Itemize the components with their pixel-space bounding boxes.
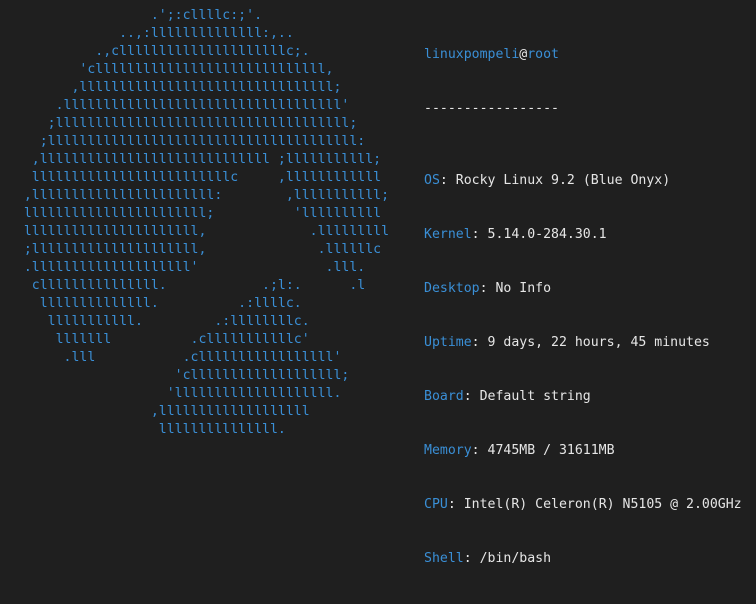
info-key-shell: Shell [424, 551, 464, 566]
info-key-uptime: Uptime [424, 335, 472, 350]
info-colon: : [479, 281, 496, 296]
logo-line: lllllllllllllll. [0, 422, 286, 437]
info-value-uptime: 9 days, 22 hours, 45 minutes [487, 335, 710, 350]
info-row-board: Board: Default string [424, 388, 742, 406]
info-colon: : [471, 443, 488, 458]
system-info-panel: linuxpompeli@root ----------------- OS: … [424, 10, 742, 604]
logo-line: .lll .clllllllllllllllll' [0, 350, 342, 365]
logo-line: llllllllllllllllllllll, .lllllllll [0, 224, 390, 239]
logo-line: 'llllllllllllllllllll. [0, 386, 342, 401]
info-key-os: OS [424, 173, 440, 188]
username: linuxpompeli [424, 47, 520, 62]
logo-line: ;lllllllllllllllllllll, .llllllc [0, 242, 382, 257]
logo-line: .lllllllllllllllllllllllllllllllllll' [0, 98, 350, 113]
logo-line: lllllllllllllllllllllllllc ,llllllllllll [0, 170, 382, 185]
info-key-cpu: CPU [424, 497, 448, 512]
info-value-os: Rocky Linux 9.2 (Blue Onyx) [455, 173, 671, 188]
info-colon: : [447, 497, 464, 512]
info-row-cpu: CPU: Intel(R) Celeron(R) N5105 @ 2.00GHz [424, 496, 742, 514]
logo-line: ,llllllllllllllllllllllllllllllll; [0, 80, 342, 95]
info-value-shell: /bin/bash [479, 551, 552, 566]
user-host-line: linuxpompeli@root [424, 46, 742, 64]
terminal-window[interactable]: .';:cllllc:;'. ..,:llllllllllllll:,.. .,… [0, 0, 756, 566]
info-colon: : [463, 389, 480, 404]
logo-line: lllllll .clllllllllllc' [0, 332, 310, 347]
info-value-desktop: No Info [495, 281, 552, 296]
info-key-memory: Memory [424, 443, 472, 458]
logo-line: lllllllllll. .:llllllllc. [0, 314, 310, 329]
logo-line: ,lllllllllllllllllllllllllllll ;llllllll… [0, 152, 382, 167]
info-colon: : [471, 227, 488, 242]
logo-line: lllllllllllllllllllllll; 'llllllllll [0, 206, 382, 221]
logo-line: llllllllllllll. .:llllc. [0, 296, 302, 311]
logo-line: clllllllllllllll. .;l:. .l [0, 278, 366, 293]
separator-line: ----------------- [424, 101, 559, 116]
info-key-kernel: Kernel [424, 227, 472, 242]
info-row-uptime: Uptime: 9 days, 22 hours, 45 minutes [424, 334, 742, 352]
logo-line: 'clllllllllllllllllllllllllllll, [0, 62, 334, 77]
logo-line: ..,:llllllllllllll:,.. [0, 26, 294, 41]
info-value-memory: 4745MB / 31611MB [487, 443, 615, 458]
info-row-desktop: Desktop: No Info [424, 280, 742, 298]
hostname: root [527, 47, 559, 62]
logo-line: ;lllllllllllllllllllllllllllllllllllll; [0, 116, 358, 131]
logo-line: 'clllllllllllllllllll; [0, 368, 350, 383]
info-key-board: Board [424, 389, 464, 404]
logo-line: .llllllllllllllllllll' .lll. [0, 260, 366, 275]
info-value-kernel: 5.14.0-284.30.1 [487, 227, 607, 242]
info-row-os: OS: Rocky Linux 9.2 (Blue Onyx) [424, 172, 742, 190]
info-row-kernel: Kernel: 5.14.0-284.30.1 [424, 226, 742, 244]
rocky-linux-ascii-logo: .';:cllllc:;'. ..,:llllllllllllll:,.. .,… [0, 7, 389, 439]
logo-line: .';:cllllc:;'. [0, 8, 263, 23]
info-key-desktop: Desktop [424, 281, 480, 296]
logo-line: ;lllllllllllllllllllllllllllllllllllllll… [0, 134, 366, 149]
info-row-shell: Shell: /bin/bash [424, 550, 742, 568]
info-colon: : [471, 335, 488, 350]
logo-line: ,lllllllllllllllllll [0, 404, 310, 419]
info-colon: : [439, 173, 456, 188]
info-colon: : [463, 551, 480, 566]
logo-line: .,clllllllllllllllllllllc;. [0, 44, 310, 59]
info-value-cpu: Intel(R) Celeron(R) N5105 @ 2.00GHz [463, 497, 742, 512]
logo-line: ,lllllllllllllllllllllll: ,lllllllllll; [0, 188, 390, 203]
info-value-board: Default string [479, 389, 591, 404]
